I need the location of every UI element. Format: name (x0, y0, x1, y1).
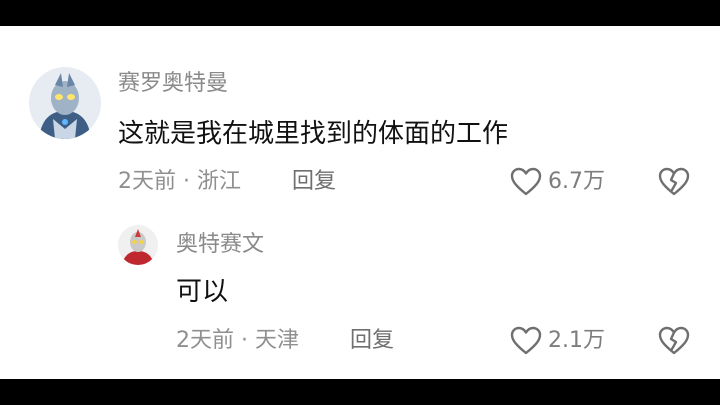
like-button[interactable]: 6.7万 (510, 167, 605, 197)
heart-outline-icon (510, 326, 542, 355)
broken-heart-icon (658, 326, 690, 355)
ultraman-zero-avatar-icon (29, 67, 101, 139)
like-count: 2.1万 (548, 328, 605, 353)
broken-heart-icon (658, 167, 690, 196)
heart-outline-icon (510, 167, 542, 196)
letterbox-bottom (0, 379, 720, 405)
avatar[interactable] (118, 225, 158, 265)
like-button[interactable]: 2.1万 (510, 326, 605, 356)
reply-text: 可以 (176, 277, 229, 307)
ultraseven-avatar-icon (118, 225, 158, 265)
like-count: 6.7万 (548, 169, 605, 194)
reply-meta: 2天前 · 天津 (176, 328, 299, 353)
reply-username[interactable]: 奥特赛文 (176, 232, 264, 258)
dislike-button[interactable] (658, 167, 690, 201)
reply-button[interactable]: 回复 (292, 169, 336, 195)
letterbox-top (0, 0, 720, 26)
comment-text: 这就是我在城里找到的体面的工作 (118, 119, 509, 149)
comment-meta: 2天前 · 浙江 (118, 169, 241, 194)
comment-username[interactable]: 赛罗奥特曼 (118, 71, 228, 97)
comment-panel: 赛罗奥特曼 这就是我在城里找到的体面的工作 2天前 · 浙江 回复 6.7万 奥… (0, 26, 720, 379)
dislike-button[interactable] (658, 326, 690, 360)
avatar[interactable] (29, 67, 101, 139)
reply-button[interactable]: 回复 (350, 328, 394, 354)
